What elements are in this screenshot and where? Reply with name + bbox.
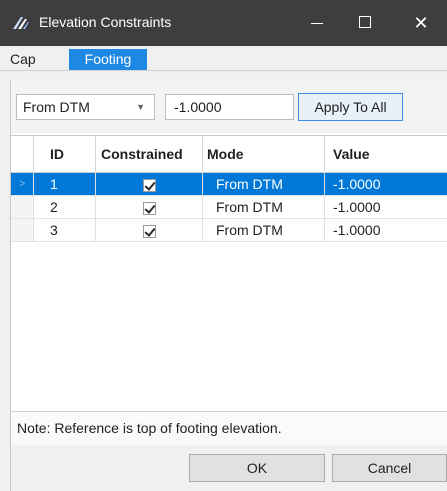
column-header-mode[interactable]: Mode <box>203 136 325 172</box>
column-header-id[interactable]: ID <box>34 136 96 172</box>
checkmark-icon <box>143 202 156 214</box>
constraints-grid: ID Constrained Mode Value > 1 From DTM -… <box>11 135 447 458</box>
maximize-icon <box>359 16 371 28</box>
maximize-button[interactable] <box>343 0 389 46</box>
column-header-value[interactable]: Value <box>325 136 447 172</box>
constrained-checkbox[interactable] <box>142 225 156 238</box>
minimize-icon <box>311 23 323 24</box>
elevation-value-input[interactable] <box>165 94 294 120</box>
title-bar: Elevation Constraints ✕ <box>0 0 447 46</box>
note-bar: Note: Reference is top of footing elevat… <box>11 411 447 446</box>
column-header-constrained[interactable]: Constrained <box>96 136 203 172</box>
app-logo-icon <box>12 14 30 32</box>
cell-constrained <box>96 173 203 195</box>
apply-to-all-button[interactable]: Apply To All <box>298 93 403 121</box>
cell-id: 1 <box>34 173 96 195</box>
constrained-checkbox[interactable] <box>142 202 156 215</box>
minimize-button[interactable] <box>294 0 340 46</box>
dialog-footer: OK Cancel <box>11 445 447 491</box>
row-selector[interactable] <box>11 196 34 218</box>
close-button[interactable]: ✕ <box>398 0 444 46</box>
cancel-button[interactable]: Cancel <box>332 454 447 482</box>
row-header-column <box>11 136 34 172</box>
cell-value[interactable]: -1.0000 <box>325 196 447 218</box>
cell-mode[interactable]: From DTM <box>203 173 325 195</box>
grid-header: ID Constrained Mode Value <box>11 136 447 173</box>
table-row[interactable]: 2 From DTM -1.0000 <box>11 196 447 219</box>
cell-mode[interactable]: From DTM <box>203 219 325 241</box>
apply-toolbar: From DTM ▼ Apply To All <box>11 80 447 133</box>
checkmark-icon <box>143 225 156 237</box>
mode-select[interactable]: From DTM ▼ <box>16 94 155 120</box>
table-row[interactable]: 3 From DTM -1.0000 <box>11 219 447 242</box>
constrained-checkbox[interactable] <box>142 179 156 192</box>
cell-constrained <box>96 196 203 218</box>
ok-button[interactable]: OK <box>189 454 325 482</box>
cell-id: 2 <box>34 196 96 218</box>
window-title: Elevation Constraints <box>39 14 172 30</box>
cell-value[interactable]: -1.0000 <box>325 173 447 195</box>
tab-cap[interactable]: Cap <box>2 49 44 70</box>
row-selector[interactable] <box>11 219 34 241</box>
cell-constrained <box>96 219 203 241</box>
row-selector-icon[interactable]: > <box>11 173 34 195</box>
close-icon: ✕ <box>413 13 429 33</box>
cell-value[interactable]: -1.0000 <box>325 219 447 241</box>
dropdown-arrow-icon: ▼ <box>136 102 145 112</box>
tab-footing[interactable]: Footing <box>69 49 147 70</box>
footing-panel: From DTM ▼ Apply To All ID Constrained M… <box>10 80 447 491</box>
reference-note: Note: Reference is top of footing elevat… <box>17 420 282 436</box>
cell-mode[interactable]: From DTM <box>203 196 325 218</box>
table-row[interactable]: > 1 From DTM -1.0000 <box>11 173 447 196</box>
mode-select-value: From DTM <box>23 99 90 115</box>
checkmark-icon <box>143 179 156 191</box>
cell-id: 3 <box>34 219 96 241</box>
tab-bar: Cap Footing <box>0 46 447 71</box>
